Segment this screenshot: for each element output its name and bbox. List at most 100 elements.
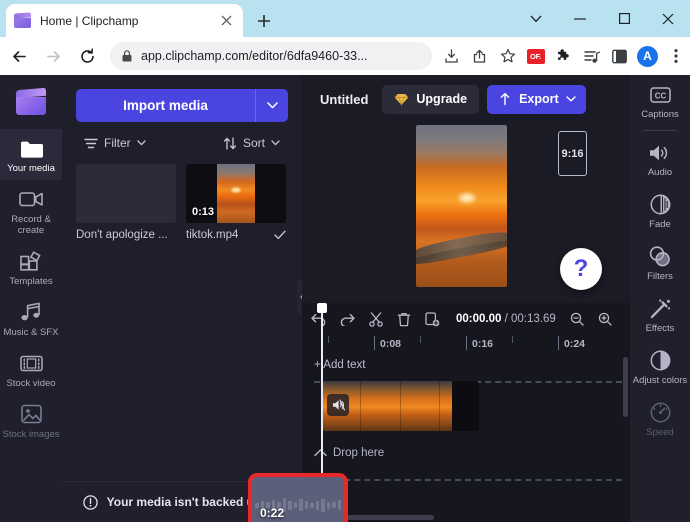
redo-icon[interactable] [340, 313, 355, 326]
property-label: Filters [647, 271, 673, 282]
split-scissors-icon[interactable] [369, 312, 383, 327]
forward-button[interactable] [39, 42, 68, 71]
filter-button[interactable]: Filter [84, 136, 146, 150]
property-item-adjust-colors[interactable]: Adjust colors [630, 341, 690, 393]
sidebar-item-music-sfx[interactable]: Music & SFX [0, 293, 62, 344]
property-label: Audio [648, 167, 672, 178]
property-item-speed[interactable]: Speed [630, 393, 690, 445]
property-item-fade[interactable]: Fade [630, 185, 690, 237]
split-screen-icon[interactable] [606, 43, 633, 70]
property-item-effects[interactable]: Effects [630, 289, 690, 341]
media-thumbnail[interactable] [76, 164, 176, 223]
sidebar-item-your-media[interactable]: Your media [0, 129, 62, 180]
speaker-muted-icon[interactable] [327, 394, 349, 416]
media-meta: tiktok.mp4 [186, 229, 286, 241]
duplicate-icon[interactable] [425, 312, 440, 327]
sidebar-label: Templates [9, 276, 52, 287]
timeline-ruler[interactable]: 0:08 0:16 0:24 [314, 335, 630, 356]
export-button[interactable]: Export [487, 85, 586, 114]
media-thumbnail[interactable]: 0:13 [186, 164, 286, 223]
property-item-audio[interactable]: Audio [630, 133, 690, 185]
speedometer-icon [650, 401, 671, 424]
drop-zone-divider [314, 479, 622, 481]
share-icon[interactable] [466, 43, 493, 70]
current-time: 00:00.00 [456, 313, 501, 325]
aspect-ratio-label: 9:16 [561, 148, 583, 160]
zoom-out-icon[interactable] [570, 312, 584, 326]
import-media-button[interactable]: Import media [76, 89, 255, 122]
media-card[interactable]: Don't apologize ... [76, 164, 176, 241]
window-close-button[interactable] [646, 0, 690, 37]
property-label: Fade [649, 219, 671, 230]
sort-button[interactable]: Sort [223, 136, 280, 150]
drop-here-zone[interactable]: Drop here [314, 440, 630, 466]
dragging-audio-clip[interactable]: 0:22 [248, 473, 348, 522]
video-clip[interactable] [322, 381, 479, 431]
clipchamp-logo[interactable] [0, 75, 62, 129]
camera-icon [19, 187, 44, 211]
sidebar-item-stock-images[interactable]: Stock images [0, 395, 62, 446]
svg-text:CC: CC [654, 91, 666, 100]
video-preview[interactable] [416, 125, 507, 287]
minimize-button[interactable] [558, 0, 602, 37]
sidebar-item-stock-video[interactable]: Stock video [0, 344, 62, 395]
address-bar[interactable]: app.clipchamp.com/editor/6dfa9460-33... [110, 42, 432, 70]
bookmark-star-icon[interactable] [494, 43, 521, 70]
drop-here-label: Drop here [333, 447, 384, 459]
reload-button[interactable] [73, 42, 102, 71]
browser-tab-active[interactable]: Home | Clipchamp [6, 4, 243, 37]
filter-sort-row: Filter Sort [84, 136, 280, 150]
help-button[interactable]: ? [560, 248, 602, 290]
property-item-filters[interactable]: Filters [630, 237, 690, 289]
property-label: Captions [641, 109, 679, 120]
diamond-icon [394, 93, 409, 106]
export-label: Export [519, 92, 559, 106]
back-button[interactable] [5, 42, 34, 71]
timeline-toolbar: 00:00.00 / 00:13.69 [302, 303, 630, 335]
sort-arrows-icon [223, 137, 237, 150]
undo-icon[interactable] [311, 313, 326, 326]
editor-area: Untitled Upgrade Export [302, 75, 630, 522]
maximize-button[interactable] [602, 0, 646, 37]
upgrade-label: Upgrade [416, 92, 467, 106]
chevron-down-icon[interactable] [514, 0, 558, 37]
media-panel: Import media Filter [62, 75, 302, 522]
aspect-ratio-button[interactable]: 9:16 [558, 131, 587, 176]
profile-avatar[interactable]: A [634, 43, 661, 70]
sidebar-label: Stock video [6, 378, 55, 389]
speaker-icon [649, 141, 671, 164]
playhead-handle[interactable] [317, 303, 327, 313]
chevron-down-icon [566, 96, 576, 102]
fade-circle-icon [650, 193, 671, 216]
download-icon[interactable] [438, 43, 465, 70]
property-label: Speed [646, 427, 673, 438]
browser-tabstrip: Home | Clipchamp [0, 0, 690, 37]
media-list-icon[interactable] [578, 43, 605, 70]
chevron-down-icon[interactable] [255, 89, 288, 122]
project-title[interactable]: Untitled [314, 92, 374, 107]
chevron-down-icon [271, 140, 280, 146]
window-controls [514, 0, 690, 37]
sidebar-item-record-create[interactable]: Record & create [0, 180, 62, 242]
new-tab-button[interactable] [252, 9, 276, 33]
backup-status-label: Your media isn't backed up [107, 495, 262, 509]
music-note-icon [19, 300, 43, 324]
extensions-puzzle-icon[interactable] [550, 43, 577, 70]
upgrade-button[interactable]: Upgrade [382, 85, 479, 114]
address-bar-url: app.clipchamp.com/editor/6dfa9460-33... [141, 49, 368, 63]
closed-captions-icon: CC [650, 83, 671, 106]
zoom-in-icon[interactable] [598, 312, 612, 326]
sidebar-item-templates[interactable]: Templates [0, 242, 62, 293]
browser-window: Home | Clipchamp [0, 0, 690, 522]
media-card[interactable]: 0:13 tiktok.mp4 [186, 164, 286, 241]
delete-trash-icon[interactable] [397, 312, 411, 327]
close-icon[interactable] [217, 12, 235, 30]
dragging-clip-duration: 0:22 [260, 506, 284, 520]
browser-menu-icon[interactable] [662, 43, 689, 70]
property-label: Adjust colors [633, 375, 687, 386]
office-extension-icon[interactable]: OF. [522, 43, 549, 70]
property-item-captions[interactable]: CC Captions [630, 75, 690, 127]
add-text-track[interactable]: + Add text [314, 356, 630, 373]
timeline-vertical-scrollbar[interactable] [623, 357, 628, 417]
right-sidebar: CC Captions Audio Fade [630, 75, 690, 522]
